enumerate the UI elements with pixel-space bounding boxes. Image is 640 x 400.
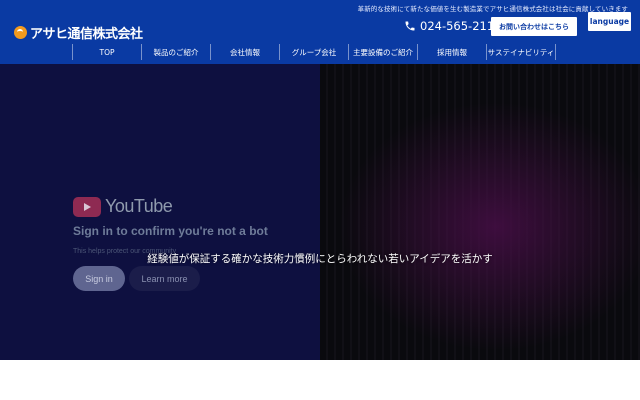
contact-button[interactable]: お問い合わせはこちら [491,17,577,36]
hero-video-panel [320,64,640,360]
phone-contact[interactable]: 024-565-2111 [404,19,501,33]
hero-section: YouTube Sign in to confirm you're not a … [0,64,640,360]
youtube-signin-title: Sign in to confirm you're not a bot [73,224,268,238]
site-header: 革新的な技術にて新たな価値を生む製造業でアサヒ通信株式会社は社会に貢献していきま… [0,0,640,64]
youtube-logo: YouTube [73,196,173,217]
nav-item-recruit[interactable]: 採用情報 [417,44,486,60]
youtube-play-icon [73,196,101,217]
phone-icon [405,21,415,31]
nav-item-products[interactable]: 製品のご紹介 [141,44,210,60]
site-logo[interactable]: アサヒ通信株式会社 [14,23,143,42]
nav-item-equipment[interactable]: 主要設備のご紹介 [348,44,417,60]
logo-mark-icon [14,26,27,39]
page: 革新的な技術にて新たな価値を生む製造業でアサヒ通信株式会社は社会に貢献していきま… [0,0,640,400]
nav-item-top[interactable]: TOP [72,44,141,60]
nav-item-group[interactable]: グループ会社 [279,44,348,60]
youtube-signin-button[interactable]: Sign in [73,266,125,291]
logo-text: アサヒ通信株式会社 [30,27,143,42]
phone-number: 024-565-2111 [420,19,502,33]
youtube-wordmark: YouTube [105,196,173,216]
language-button[interactable]: language [588,12,631,31]
hero-caption: 経験値が保証する確かな技術力慣例にとらわれない若いアイデアを活かす [147,253,493,265]
youtube-learn-more-button[interactable]: Learn more [129,266,200,291]
nav-item-company[interactable]: 会社情報 [210,44,279,60]
nav-item-sustainability[interactable]: サステイナビリティ [486,44,556,60]
main-nav: TOP 製品のご紹介 会社情報 グループ会社 主要設備のご紹介 採用情報 サステ… [72,44,556,60]
